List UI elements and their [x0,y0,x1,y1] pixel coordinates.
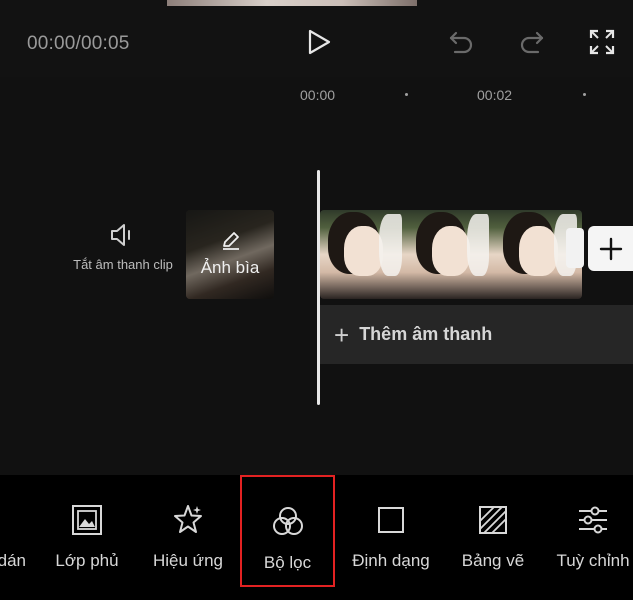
canvas-hatch-icon [479,506,507,534]
mute-clip-label: Tắt âm thanh clip [73,257,173,272]
timecode: 00:00/00:05 [27,33,130,54]
ruler-dot [405,93,408,96]
mute-clip-button[interactable]: Tắt âm thanh clip [72,220,174,273]
timeline[interactable]: 00:00 00:02 Tắt âm thanh clip Ảnh bìa + … [0,77,633,475]
tool-filter[interactable]: Bộ lọc [240,475,335,587]
clip-trim-handle[interactable] [566,228,584,268]
tool-label: Lớp phủ [55,551,119,570]
tool-adjust[interactable]: Tuỳ chỉnh [550,503,633,571]
redo-icon [520,31,544,54]
fullscreen-button[interactable] [587,27,617,57]
video-preview[interactable] [167,0,417,6]
player-controls-bar: 00:00/00:05 [0,0,633,77]
tool-canvas[interactable]: Bảng vẽ [450,503,536,571]
speaker-icon [111,224,130,246]
add-audio-button[interactable]: + Thêm âm thanh [320,305,633,364]
clip-frame [407,210,495,299]
fullscreen-icon [589,29,615,55]
tool-label: Bảng vẽ [461,551,525,570]
effects-star-icon [174,505,202,533]
bottom-toolbar: dán Lớp phủ Hiệu ứng Bộ lọc Định dạng Bả… [0,475,633,600]
tool-format[interactable]: Định dạng [346,503,436,571]
tool-sticker[interactable]: dán [0,503,46,571]
undo-button[interactable] [446,27,476,57]
add-clip-button[interactable] [588,226,633,271]
playhead[interactable] [317,170,320,405]
tool-label: Bộ lọc [263,553,312,572]
pencil-icon [223,232,239,250]
overlay-icon [72,505,102,535]
plus-icon [599,237,622,260]
tool-label: Tuỳ chỉnh [556,551,630,570]
tool-effects[interactable]: Hiệu ứng [145,503,231,571]
ruler-tick-label: 00:02 [477,87,513,103]
undo-icon [449,31,473,54]
plus-icon: + [334,319,350,350]
adjust-sliders-icon [579,506,607,534]
cover-button[interactable]: Ảnh bìa [186,210,274,299]
filter-circles-icon [272,507,303,535]
tool-label: dán [0,551,26,570]
cover-label: Ảnh bìa [200,258,260,277]
play-button[interactable] [304,27,334,57]
video-clip[interactable] [320,210,582,299]
play-icon [308,29,331,55]
tool-label: Định dạng [352,551,430,570]
ruler-dot [583,93,586,96]
add-audio-label: Thêm âm thanh [359,324,493,344]
format-square-icon [378,507,404,533]
redo-button[interactable] [517,27,547,57]
ruler-tick-label: 00:00 [300,87,336,103]
clip-frame [320,210,408,299]
sticker-icon [0,503,18,537]
tool-overlay[interactable]: Lớp phủ [44,503,130,571]
tool-label: Hiệu ứng [153,551,223,570]
